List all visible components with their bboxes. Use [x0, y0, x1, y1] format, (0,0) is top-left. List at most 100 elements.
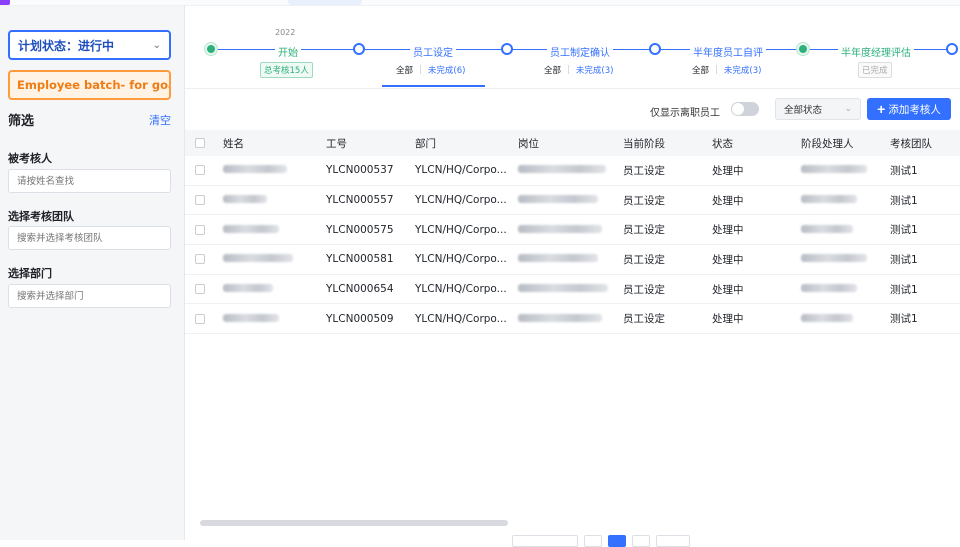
filter-header: 筛选 清空 [8, 110, 171, 130]
total-badge: 总考核15人 [260, 62, 313, 78]
reviewee-label: 被考核人 [8, 152, 52, 165]
redacted-handler [801, 313, 853, 322]
filter-sidebar: 计划状态：进行中 ⌄ Employee batch- for goal m 筛选… [0, 6, 185, 540]
cell-stage: 员工设定 [623, 313, 665, 326]
step-node-start [205, 43, 217, 55]
plus-icon: + [877, 101, 886, 117]
chevron-down-icon: ⌄ [152, 39, 161, 51]
step-node-confirm [501, 43, 513, 55]
step-node-employee-set [353, 43, 365, 55]
cell-id: YLCN000654 [326, 283, 394, 296]
step-year: 2022 [275, 28, 296, 37]
cell-dept: YLCN/HQ/Corpo... [415, 253, 507, 266]
table-row[interactable]: YLCN000575 YLCN/HQ/Corpo... 员工设定 处理中 测试1 [185, 215, 960, 246]
count-undone[interactable]: 未完成(3) [576, 64, 614, 76]
table-row[interactable]: YLCN000557 YLCN/HQ/Corpo... 员工设定 处理中 测试1 [185, 186, 960, 216]
cell-stage: 员工设定 [623, 224, 665, 237]
count-all[interactable]: 全部 [396, 64, 413, 76]
step-employee-set[interactable]: 员工设定 [410, 44, 456, 59]
horizontal-scrollbar[interactable] [200, 520, 508, 526]
table-toolbar: 仅显示离职员工 全部状态 ⌄ + 添加考核人 [185, 96, 960, 126]
top-tab[interactable] [288, 0, 362, 5]
cell-dept: YLCN/HQ/Corpo... [415, 164, 507, 177]
cell-status: 处理中 [712, 224, 744, 237]
header-id[interactable]: 工号 [326, 136, 415, 151]
redacted-handler [801, 195, 857, 204]
cell-status: 处理中 [712, 283, 744, 296]
header-dept[interactable]: 部门 [415, 136, 518, 151]
current-page-button[interactable] [608, 535, 626, 547]
cell-dept: YLCN/HQ/Corpo... [415, 194, 507, 207]
count-separator: | [567, 65, 570, 75]
dept-search-input[interactable] [8, 284, 171, 308]
cell-id: YLCN000575 [326, 223, 394, 236]
next-page-button[interactable] [632, 535, 650, 547]
completed-badge: 已完成 [858, 62, 892, 78]
row-checkbox[interactable] [195, 224, 205, 235]
redacted-handler [801, 224, 853, 233]
only-left-toggle[interactable] [731, 102, 759, 116]
table-header: 姓名 工号 部门 岗位 当前阶段 状态 阶段处理人 考核团队 [185, 130, 960, 156]
count-undone[interactable]: 未完成(6) [428, 64, 466, 76]
add-reviewee-button[interactable]: + 添加考核人 [867, 98, 951, 120]
header-handler[interactable]: 阶段处理人 [801, 136, 890, 151]
cell-status: 处理中 [712, 164, 744, 177]
redacted-handler [801, 284, 857, 293]
row-checkbox[interactable] [195, 254, 205, 265]
table-row[interactable]: YLCN000581 YLCN/HQ/Corpo... 员工设定 处理中 测试1 [185, 245, 960, 275]
step-node-self-review [649, 43, 661, 55]
cell-stage: 员工设定 [623, 283, 665, 296]
team-label: 选择考核团队 [8, 210, 74, 223]
redacted-handler [801, 165, 867, 174]
step-self-review-counts: 全部 | 未完成(3) [692, 64, 761, 76]
cell-team: 测试1 [890, 253, 918, 266]
table-row[interactable]: YLCN000509 YLCN/HQ/Corpo... 员工设定 处理中 测试1 [185, 304, 960, 335]
redacted-position [518, 313, 602, 322]
plan-status-select[interactable]: 计划状态：进行中 ⌄ [8, 30, 171, 60]
team-search-input[interactable] [8, 226, 171, 250]
prev-page-button[interactable] [584, 535, 602, 547]
page-jump-input[interactable] [656, 535, 690, 547]
step-confirm[interactable]: 员工制定确认 [547, 44, 613, 59]
cell-id: YLCN000537 [326, 164, 394, 177]
redacted-position [518, 254, 598, 263]
toggle-knob [732, 103, 744, 115]
main-panel: 2022 开始 总考核15人 员工设定 全部 | 未完成(6) 员工制定确认 全… [185, 6, 960, 540]
row-checkbox[interactable] [195, 313, 205, 324]
header-status[interactable]: 状态 [712, 136, 801, 151]
batch-selector[interactable]: Employee batch- for goal m [8, 70, 171, 100]
reviewee-search-input[interactable] [8, 169, 171, 193]
redacted-position [518, 284, 608, 293]
pagination [512, 535, 690, 547]
cell-id: YLCN000581 [326, 253, 394, 266]
table-row[interactable]: YLCN000537 YLCN/HQ/Corpo... 员工设定 处理中 测试1 [185, 156, 960, 186]
redacted-position [518, 224, 602, 233]
redacted-name [223, 254, 293, 263]
cell-stage: 员工设定 [623, 194, 665, 207]
count-separator: | [715, 65, 718, 75]
status-filter-select[interactable]: 全部状态 ⌄ [775, 98, 861, 120]
header-name[interactable]: 姓名 [223, 136, 326, 151]
only-left-label: 仅显示离职员工 [650, 108, 720, 119]
count-undone[interactable]: 未完成(3) [724, 64, 762, 76]
header-team[interactable]: 考核团队 [890, 136, 960, 151]
step-start[interactable]: 开始 [275, 44, 301, 59]
row-checkbox[interactable] [195, 195, 205, 206]
header-stage[interactable]: 当前阶段 [623, 136, 712, 151]
count-all[interactable]: 全部 [692, 64, 709, 76]
row-checkbox[interactable] [195, 165, 205, 176]
step-self-review[interactable]: 半年度员工自评 [690, 44, 766, 59]
header-position[interactable]: 岗位 [518, 136, 623, 151]
select-all-checkbox[interactable] [195, 138, 205, 148]
cell-team: 测试1 [890, 164, 918, 177]
step-manager-review[interactable]: 半年度经理评估 [838, 44, 914, 59]
page-size-select[interactable] [512, 535, 578, 547]
table-row[interactable]: YLCN000654 YLCN/HQ/Corpo... 员工设定 处理中 测试1 [185, 275, 960, 305]
clear-filters-link[interactable]: 清空 [149, 112, 171, 128]
redacted-name [223, 313, 279, 322]
count-all[interactable]: 全部 [544, 64, 561, 76]
cell-dept: YLCN/HQ/Corpo... [415, 312, 507, 325]
cell-dept: YLCN/HQ/Corpo... [415, 223, 507, 236]
dept-label: 选择部门 [8, 267, 52, 280]
row-checkbox[interactable] [195, 284, 205, 295]
